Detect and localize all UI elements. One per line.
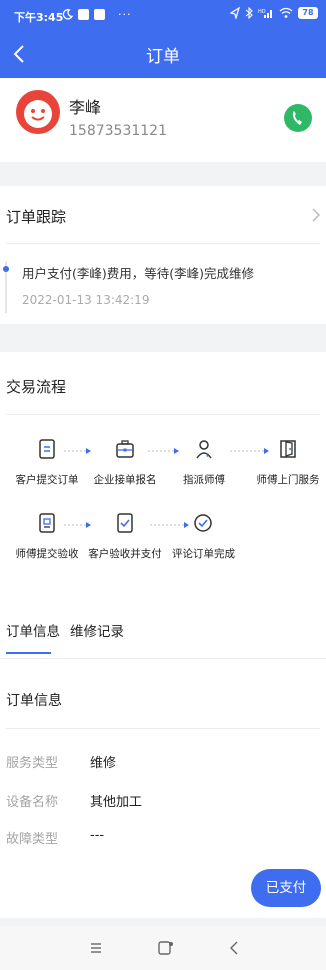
flow-step-label: 师傅上门服务 (256, 474, 320, 486)
divider (6, 728, 320, 729)
nav-bar: 订单 (0, 36, 326, 72)
flow-step-label: 评论订单完成 (172, 548, 235, 560)
customer-card: 李峰 15873531121 (0, 78, 326, 162)
trade-flow-section: 交易流程 客户提交订单 企业接单报名 指派师傅 师傅上门服务 师傅提交验收 客户… (0, 352, 326, 582)
tab-underline (6, 652, 51, 654)
svg-text:HD: HD (258, 9, 266, 15)
door-icon (280, 440, 296, 458)
device-name-value: 其他加工 (90, 795, 143, 810)
upload-icon (94, 9, 105, 20)
timeline-dot (3, 266, 9, 272)
divider (0, 658, 326, 659)
person-icon (196, 440, 212, 459)
flow-step-label: 客户提交订单 (15, 474, 79, 486)
arrow-icon (64, 448, 91, 454)
system-nav-bar (0, 926, 326, 970)
top-bar: 下午3:45 ··· HD 78 订单 (0, 0, 326, 78)
home-icon[interactable] (155, 938, 175, 958)
arrow-icon (148, 448, 179, 454)
status-bar: 下午3:45 ··· HD 78 (0, 0, 326, 32)
location-icon (230, 7, 240, 19)
order-tracking-section: 订单跟踪 用户支付(李峰)费用，等待(李峰)完成维修 2022-01-13 13… (0, 186, 326, 324)
flow-step: 指派师傅 (177, 438, 231, 487)
customer-phone: 15873531121 (69, 123, 167, 139)
flow-step: 评论订单完成 (172, 512, 235, 561)
bluetooth-icon (245, 7, 253, 19)
flow-step-label: 师傅提交验收 (15, 548, 79, 560)
message-icon (78, 9, 89, 20)
page-title: 订单 (146, 47, 180, 67)
call-button[interactable] (283, 99, 313, 137)
flow-step: 客户提交订单 (12, 438, 82, 487)
order-info-title: 订单信息 (6, 693, 62, 709)
id-card-icon (39, 513, 55, 533)
flow-step: 客户验收并支付 (84, 512, 166, 561)
moon-icon (62, 9, 73, 20)
device-name-label: 设备名称 (6, 795, 59, 810)
more-icon: ··· (118, 8, 132, 21)
battery-icon: 78 (298, 7, 318, 19)
chevron-right-icon[interactable] (312, 208, 320, 222)
fault-type-label: 故障类型 (6, 832, 59, 847)
order-info-section: 订单信息 维修记录 订单信息 服务类型 维修 设备名称 其他加工 故障类型 --… (0, 582, 326, 918)
status-time: 下午3:45 (14, 11, 64, 24)
flow-title: 交易流程 (6, 378, 67, 396)
fault-type-value: --- (90, 828, 105, 843)
service-type-value: 维修 (90, 756, 117, 771)
hd-signal-icon: HD (258, 9, 272, 18)
service-type-label: 服务类型 (6, 756, 59, 771)
divider (6, 414, 320, 415)
flow-step-label: 企业接单报名 (93, 474, 157, 486)
customer-name: 李峰 (69, 98, 102, 117)
tracking-event-time: 2022-01-13 13:42:19 (22, 293, 150, 307)
phone-icon (284, 104, 312, 132)
flow-step: 师傅提交验收 (12, 512, 82, 561)
divider (6, 243, 320, 244)
paid-button[interactable]: 已支付 (251, 869, 321, 907)
briefcase-icon (116, 440, 134, 458)
checkbox-icon (117, 513, 133, 533)
flow-step-label: 客户验收并支付 (88, 548, 162, 560)
tab-order-info[interactable]: 订单信息 (6, 620, 60, 640)
wifi-icon (279, 7, 293, 18)
document-icon (39, 439, 55, 459)
check-circle-icon (194, 514, 212, 532)
menu-icon[interactable] (86, 938, 106, 958)
tab-repair-records[interactable]: 维修记录 (70, 620, 124, 640)
tracking-title: 订单跟踪 (6, 208, 67, 226)
tracking-event-text: 用户支付(李峰)费用，等待(李峰)完成维修 (22, 266, 255, 281)
flow-step-label: 指派师傅 (183, 474, 225, 486)
avatar (16, 90, 60, 134)
avatar-face-icon (24, 100, 52, 128)
flow-step: 企业接单报名 (92, 438, 158, 487)
flow-step: 师傅上门服务 (250, 438, 326, 487)
back-icon[interactable] (225, 938, 245, 958)
